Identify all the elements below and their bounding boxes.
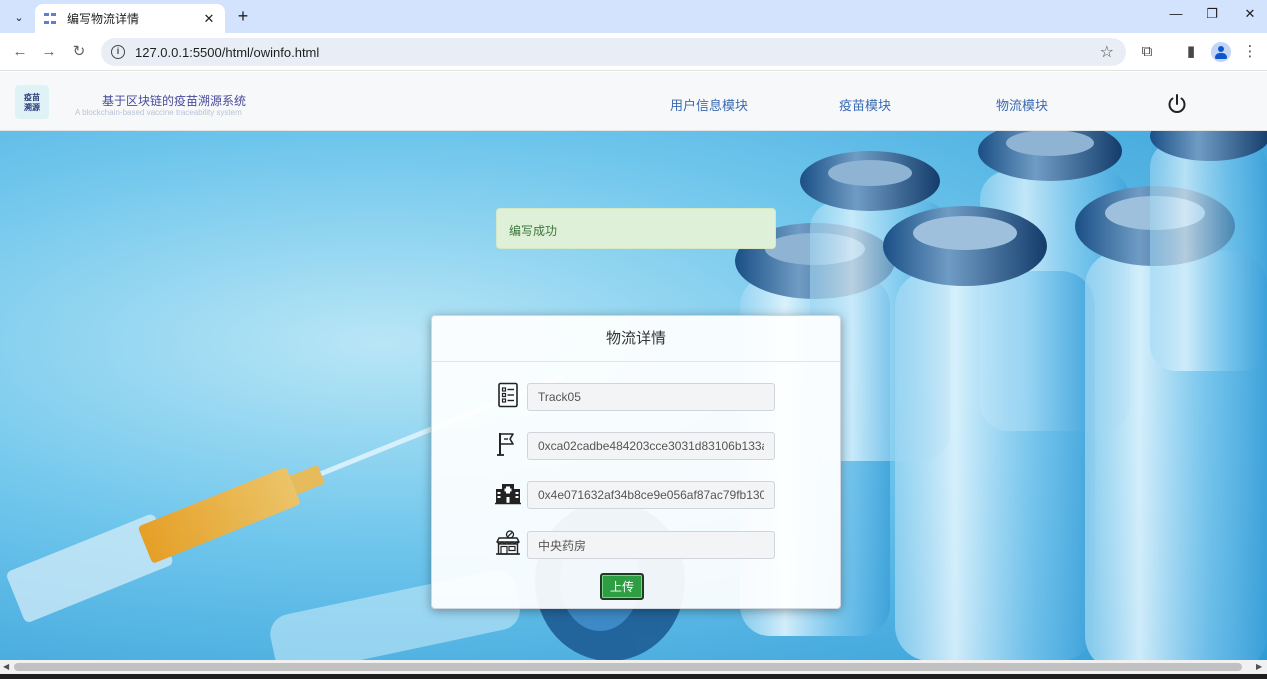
logistics-detail-card: 物流详情 Track05 0xca02cadbe484203cce3031d83… xyxy=(431,315,841,609)
chevron-down-icon: ⌄ xyxy=(14,11,24,24)
reload-icon[interactable]: ↻ xyxy=(69,42,89,62)
brand-subtitle: A blockchain-based vaccine traceability … xyxy=(75,108,242,117)
power-logout-icon[interactable] xyxy=(1166,93,1188,115)
site-header: 疫苗 溯源 基于区块链的疫苗溯源系统 A blockchain-based va… xyxy=(0,72,1267,131)
extensions-puzzle-icon[interactable]: ⧉ xyxy=(1137,42,1157,62)
nav-logistics[interactable]: 物流模块 xyxy=(996,95,1048,114)
window-close-button[interactable]: ✕ xyxy=(1240,6,1260,22)
success-alert: 编写成功 xyxy=(496,208,776,249)
forward-arrow-icon[interactable]: → xyxy=(39,42,59,62)
to-address-input[interactable] xyxy=(527,481,775,509)
nav-vaccine[interactable]: 疫苗模块 xyxy=(839,95,891,114)
logo-text-line2: 溯源 xyxy=(24,102,40,112)
pharmacy-store-icon xyxy=(496,530,520,555)
tab-title: 编写物流详情 xyxy=(67,12,140,26)
track-id-input[interactable] xyxy=(527,383,775,411)
url-text[interactable]: 127.0.0.1:5500/html/owinfo.html xyxy=(135,45,319,60)
browser-tab-active[interactable]: 编写物流详情 ✕ xyxy=(35,4,225,33)
brand-title: 基于区块链的疫苗溯源系统 xyxy=(102,94,247,108)
logo-text-line1: 疫苗 xyxy=(24,92,40,102)
window-minimize-button[interactable]: — xyxy=(1166,6,1186,21)
scroll-right-arrow-icon[interactable]: ▶ xyxy=(1256,662,1262,671)
tab-search-menu-button[interactable]: ⌄ xyxy=(8,6,30,28)
horizontal-scrollbar[interactable]: ◀ ▶ xyxy=(0,660,1267,674)
scroll-left-arrow-icon[interactable]: ◀ xyxy=(3,662,9,671)
page-favicon-icon xyxy=(43,12,57,26)
browser-tab-bar: ⌄ 编写物流详情 ✕ + — ❐ ✕ xyxy=(0,0,1267,33)
scrollbar-thumb[interactable] xyxy=(14,663,1242,671)
site-logo[interactable]: 疫苗 溯源 xyxy=(15,85,49,119)
flag-icon xyxy=(497,433,514,456)
nav-user-info[interactable]: 用户信息模块 xyxy=(670,95,748,114)
destination-input[interactable] xyxy=(527,531,775,559)
from-address-input[interactable] xyxy=(527,432,775,460)
web-page: 疫苗 溯源 基于区块链的疫苗溯源系统 A blockchain-based va… xyxy=(0,72,1267,660)
site-info-icon[interactable]: i xyxy=(111,45,125,59)
new-tab-button[interactable]: + xyxy=(233,6,253,26)
more-menu-icon[interactable]: ⋮ xyxy=(1240,42,1260,62)
bookmark-star-icon[interactable]: ☆ xyxy=(1100,42,1114,62)
card-title: 物流详情 xyxy=(432,316,840,362)
window-restore-button[interactable]: ❐ xyxy=(1202,6,1222,22)
hero-background: 编写成功 物流详情 Track05 0xca02cadbe484203cce30… xyxy=(0,131,1267,660)
hospital-building-icon xyxy=(495,484,521,505)
side-panel-icon[interactable]: ▮ xyxy=(1181,42,1201,62)
browser-toolbar: ← → ↻ i 127.0.0.1:5500/html/owinfo.html … xyxy=(0,33,1267,71)
profile-avatar-icon[interactable] xyxy=(1211,42,1231,62)
taskbar-edge xyxy=(0,674,1267,679)
address-bar[interactable]: i 127.0.0.1:5500/html/owinfo.html ☆ xyxy=(101,38,1126,66)
tab-close-icon[interactable]: ✕ xyxy=(201,11,217,27)
upload-button[interactable]: 上传 xyxy=(600,573,644,600)
checklist-icon xyxy=(498,382,518,408)
back-arrow-icon[interactable]: ← xyxy=(10,42,30,62)
